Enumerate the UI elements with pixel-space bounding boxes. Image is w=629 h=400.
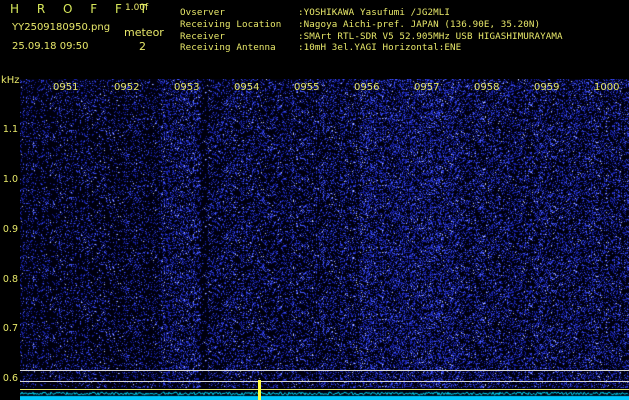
time-label: 0955 — [294, 82, 320, 93]
header-panel: H R O F F T 1.00f YY2509180950.png 25.09… — [0, 0, 629, 72]
time-label: 0951 — [53, 82, 79, 93]
capture-datetime: 25.09.18 09:50 — [12, 41, 89, 52]
info-key-location: Receiving Location — [180, 19, 282, 30]
time-label: 0956 — [354, 82, 380, 93]
time-label: 0958 — [474, 82, 500, 93]
y-tick-label: 1.1 — [2, 124, 18, 135]
image-filename: YY2509180950.png — [12, 22, 111, 33]
time-label: 0953 — [174, 82, 200, 93]
info-value-observer: :YOSHIKAWA Yasufumi /JG2MLI — [298, 7, 451, 18]
reference-line-lower — [20, 389, 629, 390]
meteor-echo-marker — [258, 380, 261, 400]
y-tick-label: 1.0 — [2, 174, 18, 185]
time-label: 1000 — [594, 82, 620, 93]
reference-line-middle — [20, 381, 629, 382]
y-tick-label: 0.9 — [2, 224, 18, 235]
meteor-label: meteor — [124, 26, 164, 39]
y-tick-label: 0.8 — [2, 274, 18, 285]
info-key-antenna: Receiving Antenna — [180, 42, 276, 53]
info-key-observer: Ovserver — [180, 7, 226, 18]
info-value-receiver: :SMArt RTL-SDR V5 52.905MHz USB HIGASHIM… — [298, 31, 563, 42]
info-value-location: :Nagoya Aichi-pref. JAPAN (136.90E, 35.2… — [298, 19, 541, 30]
spectrogram-plot — [20, 79, 629, 400]
time-label: 0959 — [534, 82, 560, 93]
spectrogram-canvas — [20, 79, 629, 400]
y-axis-unit: kHz — [1, 75, 20, 86]
info-value-antenna: :10mH 3el.YAGI Horizontal:ENE — [298, 42, 462, 53]
info-key-receiver: Receiver — [180, 31, 226, 42]
reference-line-upper — [20, 370, 629, 371]
y-tick-label: 0.7 — [2, 323, 18, 334]
time-label: 0952 — [114, 82, 140, 93]
y-tick-label: 0.6 — [2, 373, 18, 384]
time-label: 0954 — [234, 82, 260, 93]
app-version: 1.00f — [125, 3, 149, 13]
time-label: 0957 — [414, 82, 440, 93]
meteor-count: 2 — [139, 40, 146, 53]
